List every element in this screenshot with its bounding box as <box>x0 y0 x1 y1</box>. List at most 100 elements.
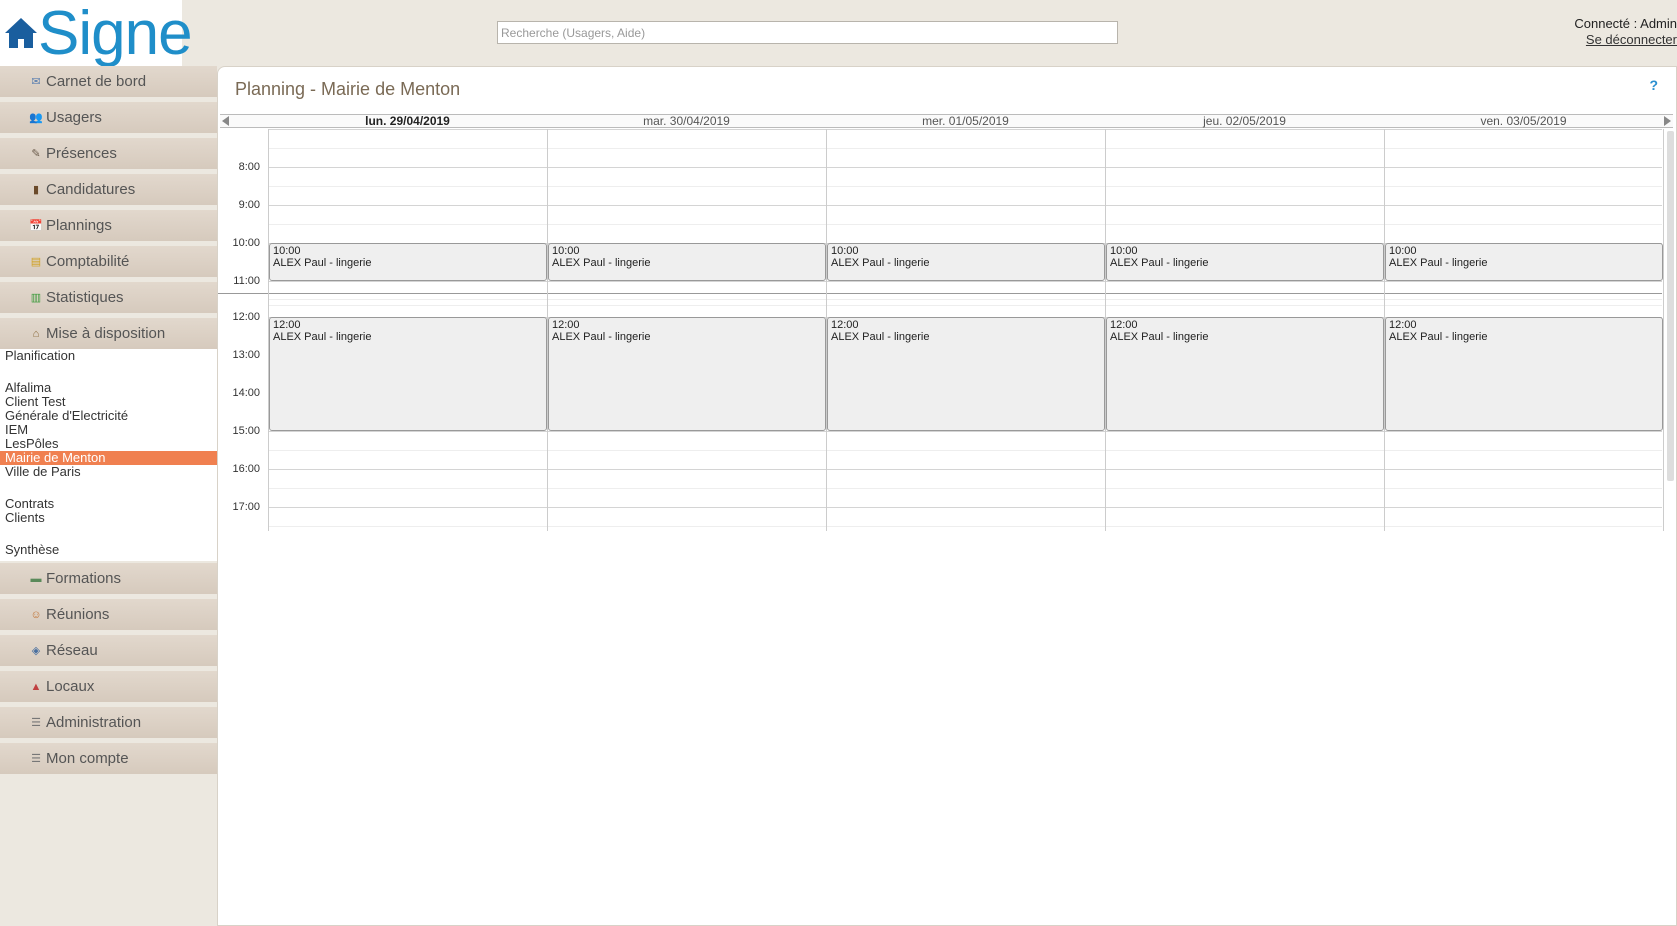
time-label: 16:00 <box>232 463 260 475</box>
time-label: 9:00 <box>238 199 260 211</box>
event-start-time: 10:00 <box>1389 245 1417 257</box>
client-item[interactable]: Ville de Paris <box>5 465 212 479</box>
event-title: ALEX Paul - lingerie <box>1389 257 1488 269</box>
event-start-time: 10:00 <box>831 245 859 257</box>
day-column-header: mer. 01/05/2019 <box>922 114 1009 128</box>
event-start-time: 12:00 <box>1389 319 1417 331</box>
nav-item-candidatures[interactable]: ▮ Candidatures <box>0 174 217 205</box>
nav-item-label: Statistiques <box>46 289 124 306</box>
grid-line <box>268 299 1662 300</box>
nav-item-administration[interactable]: ☰ Administration <box>0 707 217 738</box>
nav-item-plannings[interactable]: 📅 Plannings <box>0 210 217 241</box>
client-item[interactable]: IEM <box>5 423 212 437</box>
nav-item-mise-disposition[interactable]: ⌂ Mise à disposition <box>0 318 217 349</box>
nav-item-label: Formations <box>46 570 122 587</box>
nav-item-statistiques[interactable]: ▥ Statistiques <box>0 282 217 313</box>
nav-item-usagers[interactable]: 👥 Usagers <box>0 102 217 133</box>
time-label: 15:00 <box>232 425 260 437</box>
nav-item-r-seau[interactable]: ◈ Réseau <box>0 635 217 666</box>
day-column-header: lun. 29/04/2019 <box>365 114 450 128</box>
day-column-header: mar. 30/04/2019 <box>643 114 730 128</box>
time-label: 12:00 <box>232 311 260 323</box>
nav-item-formations[interactable]: ▬ Formations <box>0 563 217 594</box>
time-label: 10:00 <box>232 237 260 249</box>
event-title: ALEX Paul - lingerie <box>552 257 651 269</box>
column-divider <box>1663 129 1664 531</box>
planning-event[interactable]: 10:00 ALEX Paul - lingerie <box>269 243 547 281</box>
logout-link[interactable]: Se déconnecter <box>1586 32 1677 47</box>
submenu-contrats[interactable]: Contrats <box>5 497 212 511</box>
submenu-synthese[interactable]: Synthèse <box>5 543 212 561</box>
planning-grid: 8:00 9:00 10:00 11:00 12:00 13:00 14:00 15:00 16… <box>218 129 1676 531</box>
event-start-time: 10:00 <box>273 245 301 257</box>
nav-item-comptabilit-[interactable]: ▤ Comptabilité <box>0 246 217 277</box>
event-title: ALEX Paul - lingerie <box>552 331 651 343</box>
calendar-icon: 📅 <box>29 220 43 232</box>
nav-item-locaux[interactable]: ▲ Locaux <box>0 671 217 702</box>
planning-event[interactable]: 12:00 ALEX Paul - lingerie <box>827 317 1105 431</box>
envelope-icon: ✉ <box>31 76 41 88</box>
house-user-icon: ⌂ <box>32 327 40 340</box>
planning-event[interactable]: 10:00 ALEX Paul - lingerie <box>1106 243 1384 281</box>
logo-text: Signe <box>38 0 193 68</box>
nav-item-mon-compte[interactable]: ☰ Mon compte <box>0 743 217 774</box>
vertical-scrollbar[interactable] <box>1667 131 1674 481</box>
nav-item-label: Usagers <box>46 109 102 126</box>
connected-user-label: Connecté : Admin <box>1574 16 1677 31</box>
event-start-time: 10:00 <box>552 245 580 257</box>
client-item[interactable]: Client Test <box>5 395 212 409</box>
planning-event[interactable]: 12:00 ALEX Paul - lingerie <box>1385 317 1663 431</box>
time-label: 8:00 <box>238 161 260 173</box>
event-start-time: 12:00 <box>273 319 301 331</box>
search-input[interactable] <box>497 21 1118 44</box>
planning-event[interactable]: 12:00 ALEX Paul - lingerie <box>1106 317 1384 431</box>
sidebar: ✉ Carnet de bord 👥 Usagers ✎ Présences ▮ Candid… <box>0 66 217 779</box>
bar-chart-icon: ▥ <box>30 292 42 304</box>
nav-item-label: Comptabilité <box>46 253 130 270</box>
grid-line <box>268 186 1662 187</box>
grid-line <box>268 281 1662 282</box>
lunch-break-divider <box>218 293 1662 294</box>
nav-item-r-unions[interactable]: ☺ Réunions <box>0 599 217 630</box>
submenu-planification[interactable]: Planification <box>5 349 212 363</box>
event-start-time: 12:00 <box>831 319 859 331</box>
house-logo-icon <box>5 18 37 48</box>
coins-icon: ▤ <box>30 256 42 268</box>
next-week-arrow-icon[interactable] <box>1664 116 1671 126</box>
time-label: 17:00 <box>232 501 260 513</box>
network-icon: ◈ <box>31 645 41 657</box>
grid-line <box>268 488 1662 489</box>
nav-item-pr-sences[interactable]: ✎ Présences <box>0 138 217 169</box>
planning-event[interactable]: 12:00 ALEX Paul - lingerie <box>269 317 547 431</box>
app-logo[interactable]: Signe <box>0 0 193 66</box>
board-icon: ▬ <box>30 572 42 585</box>
grid-line <box>268 469 1662 470</box>
pen-icon: ✎ <box>31 148 41 160</box>
help-link[interactable]: ? <box>1649 77 1658 93</box>
event-start-time: 12:00 <box>1110 319 1138 331</box>
grid-line <box>268 526 1662 527</box>
client-item[interactable]: LesPôles <box>5 437 212 451</box>
event-title: ALEX Paul - lingerie <box>273 331 372 343</box>
planning-event[interactable]: 10:00 ALEX Paul - lingerie <box>548 243 826 281</box>
nav-item-label: Carnet de bord <box>46 73 147 90</box>
planning-event[interactable]: 12:00 ALEX Paul - lingerie <box>548 317 826 431</box>
submenu-clients[interactable]: Clients <box>5 511 212 525</box>
planning-event[interactable]: 10:00 ALEX Paul - lingerie <box>1385 243 1663 281</box>
client-item[interactable]: Générale d'Electricité <box>5 409 212 423</box>
user-box: Connecté : Admin Se déconnecter <box>1574 16 1677 48</box>
nav-item-label: Réunions <box>46 606 110 623</box>
client-item[interactable]: Mairie de Menton <box>0 451 217 465</box>
nav-item-carnet-de-bord[interactable]: ✉ Carnet de bord <box>0 66 217 97</box>
event-title: ALEX Paul - lingerie <box>273 257 372 269</box>
grid-line <box>268 167 1662 168</box>
nav-item-label: Plannings <box>46 217 112 234</box>
grid-line <box>268 431 1662 432</box>
prev-week-arrow-icon[interactable] <box>222 116 229 126</box>
nav-item-label: Administration <box>46 714 142 731</box>
client-item[interactable]: Alfalima <box>5 381 212 395</box>
event-title: ALEX Paul - lingerie <box>831 331 930 343</box>
grid-line <box>268 129 1662 130</box>
event-start-time: 12:00 <box>552 319 580 331</box>
planning-event[interactable]: 10:00 ALEX Paul - lingerie <box>827 243 1105 281</box>
